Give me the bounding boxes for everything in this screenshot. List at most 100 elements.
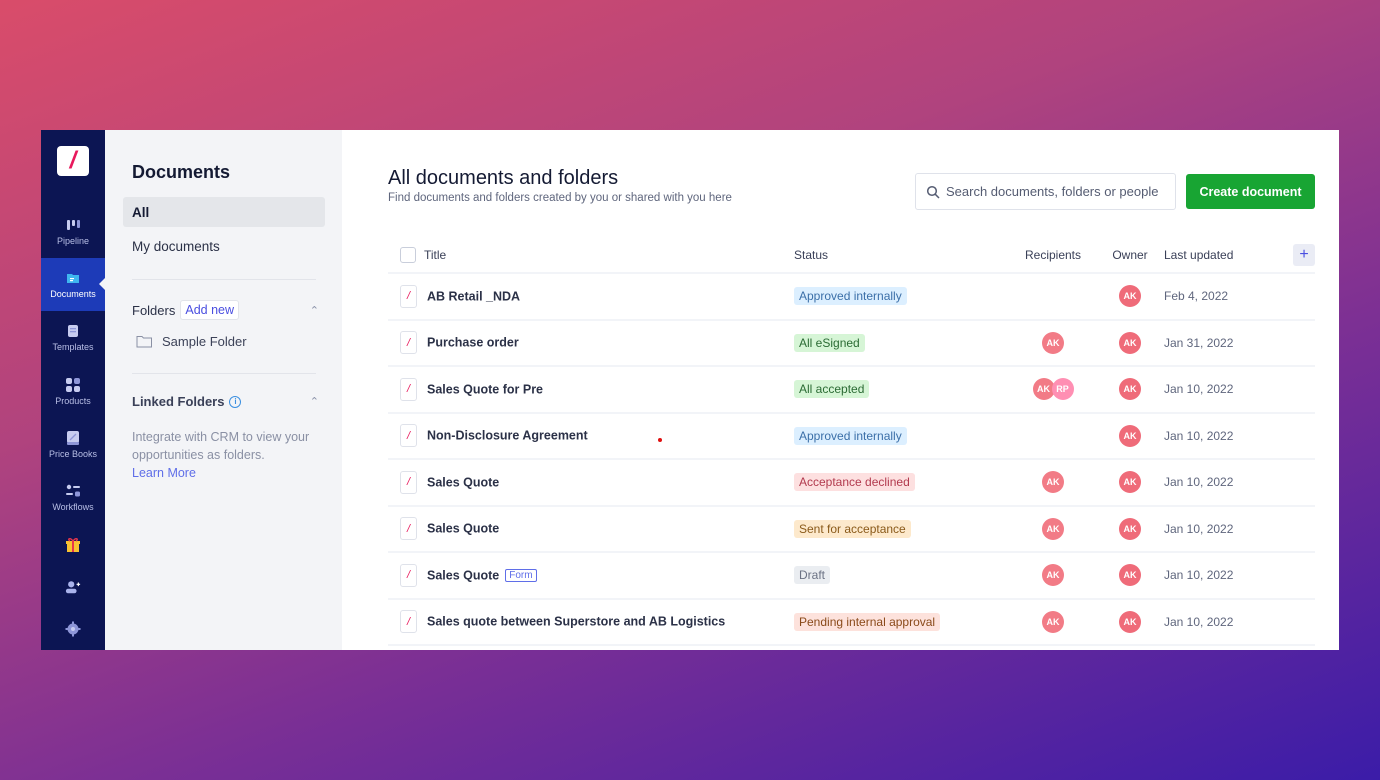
rail-item-price-books[interactable]: Price Books <box>41 418 105 471</box>
document-title[interactable]: AB Retail _NDA <box>427 289 520 303</box>
column-title[interactable]: Title <box>424 248 446 262</box>
form-tag: Form <box>505 568 537 582</box>
last-updated: Jan 10, 2022 <box>1164 412 1274 460</box>
rail-label: Workflows <box>52 502 94 513</box>
table-row[interactable]: / AB Retail _NDA Approved internally AK F… <box>388 273 1315 321</box>
table-row[interactable]: / Sales Quote Acceptance declined AK AK J… <box>388 459 1315 507</box>
chevron-up-icon[interactable]: ⌃ <box>310 395 319 408</box>
price-books-icon <box>65 430 81 446</box>
chevron-up-icon[interactable]: ⌃ <box>310 304 319 317</box>
crm-text: Integrate with CRM to view your opportun… <box>132 430 310 462</box>
document-icon: / <box>400 331 417 355</box>
table-row[interactable]: / Sales Quote Form Draft AK AK Jan 10, 202… <box>388 552 1315 600</box>
rail-item-templates[interactable]: Templates <box>41 311 105 364</box>
recipient-avatar[interactable]: AK <box>1042 517 1064 540</box>
table-row[interactable]: / Non-Disclosure Agreement Approved inter… <box>388 412 1315 460</box>
app-window: / Pipeline Documents Templates Products <box>41 130 1339 650</box>
sidebar-item-all[interactable]: All <box>123 197 325 227</box>
search-box[interactable] <box>915 173 1176 210</box>
main-header: All documents and folders Find documents… <box>388 167 1315 210</box>
owner-avatar[interactable]: AK <box>1119 424 1141 447</box>
table-row[interactable]: / Sales quote between Superstore and AB L… <box>388 598 1315 646</box>
main-content: All documents and folders Find documents… <box>342 130 1339 650</box>
select-all-checkbox[interactable] <box>400 247 416 263</box>
divider <box>132 373 316 374</box>
folder-icon <box>136 336 152 348</box>
rail-item-products[interactable]: Products <box>41 364 105 417</box>
owner-avatar[interactable]: AK <box>1119 610 1141 633</box>
sidebar-item-my-documents[interactable]: My documents <box>123 231 325 261</box>
status-badge: Approved internally <box>794 426 907 445</box>
recipients-cell: AK <box>1010 459 1096 507</box>
status-badge: Draft <box>794 566 831 585</box>
owner-avatar[interactable]: AK <box>1119 471 1141 494</box>
crm-description: Integrate with CRM to view your opportun… <box>123 428 325 482</box>
recipients-cell: AK <box>1010 552 1096 600</box>
document-title[interactable]: Sales Quote <box>427 522 499 536</box>
folders-label: Folders <box>132 302 176 318</box>
create-document-button[interactable]: Create document <box>1186 174 1315 209</box>
owner-avatar[interactable]: AK <box>1119 285 1141 308</box>
app-logo[interactable]: / <box>57 146 89 177</box>
rail-item-pipeline[interactable]: Pipeline <box>41 204 105 257</box>
recipients-cell: AK <box>1010 598 1096 646</box>
rail-add-user[interactable] <box>41 566 105 608</box>
folder-item[interactable]: Sample Folder <box>123 334 325 349</box>
recipients-cell: AK RP <box>1010 366 1096 414</box>
search-input[interactable] <box>946 184 1166 199</box>
recipient-avatar[interactable]: AK <box>1042 331 1064 354</box>
recipient-avatar[interactable]: AK <box>1042 564 1064 587</box>
document-icon: / <box>400 517 417 541</box>
rail-label: Documents <box>50 288 96 299</box>
recipient-avatar[interactable]: RP <box>1051 378 1074 401</box>
owner-avatar[interactable]: AK <box>1119 378 1141 401</box>
column-status[interactable]: Status <box>794 238 1010 274</box>
page-title: All documents and folders <box>388 167 619 189</box>
linked-folders-header: Linked Folders i ⌃ <box>123 394 325 409</box>
last-updated: Jan 31, 2022 <box>1164 319 1274 367</box>
recipient-avatar[interactable]: AK <box>1042 471 1064 494</box>
rail-gift[interactable] <box>41 524 105 566</box>
sidebar-title: Documents <box>132 162 231 182</box>
document-title[interactable]: Sales Quote <box>427 568 499 582</box>
owner-avatar[interactable]: AK <box>1119 564 1141 587</box>
last-updated: Jan 10, 2022 <box>1164 505 1274 553</box>
column-recipients[interactable]: Recipients <box>1010 238 1096 274</box>
info-icon[interactable]: i <box>229 395 242 408</box>
last-updated: Feb 4, 2022 <box>1164 273 1274 321</box>
recipients-cell <box>1010 273 1096 321</box>
document-title[interactable]: Purchase order <box>427 336 519 350</box>
recipients-cell: AK <box>1010 319 1096 367</box>
add-new-folder-button[interactable]: Add new <box>180 300 240 320</box>
status-badge: Acceptance declined <box>794 473 915 492</box>
folder-name: Sample Folder <box>162 334 247 349</box>
document-title[interactable]: Sales Quote for Pre <box>427 382 543 396</box>
column-owner[interactable]: Owner <box>1096 238 1164 274</box>
recipient-avatar[interactable]: AK <box>1042 610 1064 633</box>
table-row[interactable]: / Purchase order All eSigned AK AK Jan 31… <box>388 319 1315 367</box>
document-icon: / <box>400 610 417 634</box>
last-updated: Jan 10, 2022 <box>1164 598 1274 646</box>
document-icon: / <box>400 470 417 494</box>
learn-more-link[interactable]: Learn More <box>132 464 325 482</box>
rail-item-documents[interactable]: Documents <box>41 257 105 312</box>
linked-folders-label: Linked Folders <box>132 394 225 409</box>
table-row[interactable]: / Sales Quote Sent for acceptance AK AK J… <box>388 505 1315 553</box>
rail-item-workflows[interactable]: Workflows <box>41 471 105 524</box>
add-column-button[interactable]: + <box>1293 244 1315 266</box>
rail-label: Price Books <box>48 448 98 459</box>
search-icon <box>926 185 940 199</box>
logo-glyph: / <box>69 147 77 175</box>
workflows-icon <box>65 483 81 499</box>
owner-avatar[interactable]: AK <box>1119 331 1141 354</box>
document-title[interactable]: Non-Disclosure Agreement <box>427 429 588 443</box>
settings-icon <box>65 621 81 637</box>
table-row[interactable]: / Sales Quote for Pre All accepted AK RP A… <box>388 366 1315 414</box>
recipients-cell <box>1010 412 1096 460</box>
rail-settings[interactable] <box>41 608 105 650</box>
document-title[interactable]: Sales Quote <box>427 475 499 489</box>
owner-avatar[interactable]: AK <box>1119 517 1141 540</box>
pipeline-icon <box>65 217 81 233</box>
column-last-updated[interactable]: Last updated <box>1164 238 1274 274</box>
document-title[interactable]: Sales quote between Superstore and AB Lo… <box>427 615 725 629</box>
